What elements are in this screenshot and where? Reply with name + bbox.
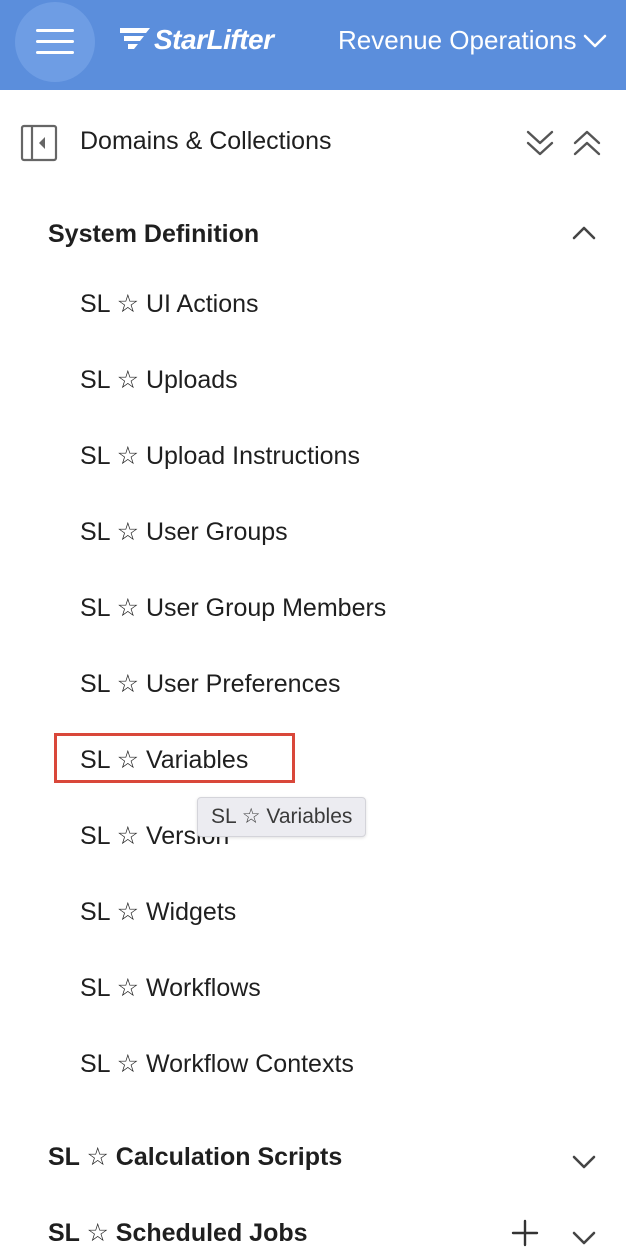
section-title: SL ☆ Calculation Scripts [48,1143,343,1171]
org-switcher[interactable]: Revenue Operations [338,22,608,58]
hamburger-icon [36,29,74,55]
section-title: System Definition [48,220,260,248]
menu-button[interactable] [15,2,95,82]
collection-item-user-groups[interactable]: SL ☆ User Groups [80,517,288,547]
collection-item-widgets[interactable]: SL ☆ Widgets [80,897,236,927]
plus-icon[interactable] [510,1218,540,1248]
chevron-down-icon [584,34,607,48]
collection-item-upload-instructions[interactable]: SL ☆ Upload Instructions [80,441,360,471]
brand-logo[interactable]: StarLifter [120,22,274,58]
panel-title: Domains & Collections [80,127,332,155]
collapse-all-icon[interactable] [571,126,603,160]
section-header-scheduled-jobs[interactable]: SL ☆ Scheduled Jobs [0,1204,626,1256]
app-page: StarLifter Revenue Operations Domains & … [0,0,626,1256]
collection-item-workflows[interactable]: SL ☆ Workflows [80,973,261,1003]
collection-item-variables[interactable]: SL ☆ Variables [80,745,248,775]
collection-item-user-group-members[interactable]: SL ☆ User Group Members [80,593,386,623]
chevron-down-icon[interactable] [566,1144,602,1180]
org-name: Revenue Operations [338,24,577,55]
section-title: SL ☆ Scheduled Jobs [48,1219,308,1247]
collection-item-user-preferences[interactable]: SL ☆ User Preferences [80,669,340,699]
collection-item-uploads[interactable]: SL ☆ Uploads [80,365,238,395]
tooltip: SL ☆ Variables [197,797,367,837]
expand-all-icon[interactable] [524,126,556,160]
chevron-up-icon[interactable] [566,216,602,252]
panel-header: Domains & Collections [0,100,626,186]
section-header-system-definition[interactable]: System Definition [0,206,626,262]
collection-item-ui-actions[interactable]: SL ☆ UI Actions [80,289,259,319]
top-header: StarLifter Revenue Operations [0,0,626,90]
collection-item-workflow-contexts[interactable]: SL ☆ Workflow Contexts [80,1049,354,1079]
chevron-down-icon[interactable] [566,1220,602,1256]
starlifter-logo-icon [120,28,150,49]
section-header-calculation-scripts[interactable]: SL ☆ Calculation Scripts [0,1128,626,1184]
collapse-panel-icon[interactable] [20,124,58,162]
brand-name: StarLifter [154,24,274,55]
